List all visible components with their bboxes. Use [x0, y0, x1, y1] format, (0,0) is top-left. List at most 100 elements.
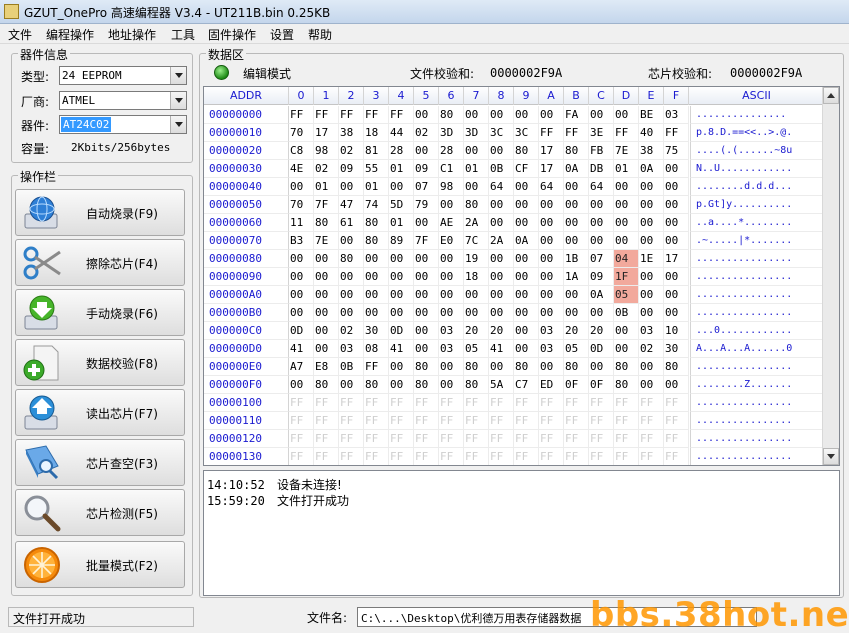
byte-cell[interactable]: 20 — [589, 322, 614, 340]
byte-cell[interactable]: 00 — [489, 142, 514, 160]
byte-cell[interactable]: FF — [389, 394, 414, 412]
byte-cell[interactable]: 03 — [539, 322, 564, 340]
byte-cell[interactable]: 00 — [639, 196, 664, 214]
byte-cell[interactable]: 7E — [314, 232, 339, 250]
byte-cell[interactable]: 03 — [639, 322, 664, 340]
manual-burn-button[interactable]: 手动烧录(F6) — [15, 289, 185, 336]
byte-cell[interactable]: 00 — [664, 286, 689, 304]
byte-cell[interactable]: 3C — [489, 124, 514, 142]
byte-cell[interactable]: 10 — [664, 322, 689, 340]
byte-cell[interactable]: 80 — [464, 376, 489, 394]
byte-cell[interactable]: FF — [314, 448, 339, 465]
byte-cell[interactable]: 41 — [389, 340, 414, 358]
byte-cell[interactable]: 07 — [589, 250, 614, 268]
byte-cell[interactable]: 75 — [664, 142, 689, 160]
byte-cell[interactable]: 05 — [614, 286, 639, 304]
byte-cell[interactable]: 02 — [314, 160, 339, 178]
byte-cell[interactable]: 00 — [664, 304, 689, 322]
byte-cell[interactable]: 02 — [414, 124, 439, 142]
byte-cell[interactable]: 03 — [664, 106, 689, 124]
byte-cell[interactable]: FF — [539, 124, 564, 142]
byte-cell[interactable]: 00 — [514, 322, 539, 340]
byte-cell[interactable]: C1 — [439, 160, 464, 178]
byte-cell[interactable]: 64 — [489, 178, 514, 196]
byte-cell[interactable]: 0A — [589, 286, 614, 304]
byte-cell[interactable]: 89 — [389, 232, 414, 250]
byte-cell[interactable]: 00 — [314, 250, 339, 268]
byte-cell[interactable]: 00 — [539, 106, 564, 124]
byte-cell[interactable]: FF — [339, 394, 364, 412]
byte-cell[interactable]: FF — [514, 430, 539, 448]
byte-cell[interactable]: 1B — [564, 250, 589, 268]
byte-cell[interactable]: FF — [289, 448, 314, 465]
log-panel[interactable]: 14:10:52 设备未连接! 15:59:20 文件打开成功 — [203, 470, 840, 596]
byte-cell[interactable]: 00 — [639, 178, 664, 196]
byte-cell[interactable]: FF — [389, 412, 414, 430]
byte-cell[interactable]: 00 — [564, 178, 589, 196]
byte-cell[interactable]: FF — [564, 412, 589, 430]
byte-cell[interactable]: 00 — [664, 376, 689, 394]
byte-cell[interactable]: ED — [539, 376, 564, 394]
byte-cell[interactable]: 7F — [414, 232, 439, 250]
byte-cell[interactable]: 00 — [664, 160, 689, 178]
byte-cell[interactable]: C8 — [289, 142, 314, 160]
byte-cell[interactable]: 00 — [439, 286, 464, 304]
byte-cell[interactable]: FF — [514, 412, 539, 430]
byte-cell[interactable]: 64 — [589, 178, 614, 196]
chevron-down-icon[interactable] — [170, 116, 186, 133]
byte-cell[interactable]: 00 — [339, 232, 364, 250]
byte-cell[interactable]: 0D — [389, 322, 414, 340]
byte-cell[interactable]: 81 — [364, 142, 389, 160]
byte-cell[interactable]: 70 — [289, 124, 314, 142]
byte-cell[interactable]: 0F — [589, 376, 614, 394]
byte-cell[interactable]: FF — [539, 412, 564, 430]
menu-tools[interactable]: 工具 — [171, 26, 195, 43]
byte-cell[interactable]: 00 — [314, 322, 339, 340]
byte-cell[interactable]: FF — [289, 394, 314, 412]
byte-cell[interactable]: FF — [564, 394, 589, 412]
byte-cell[interactable]: E8 — [314, 358, 339, 376]
menu-program[interactable]: 编程操作 — [46, 26, 94, 43]
byte-cell[interactable]: FF — [614, 448, 639, 465]
byte-cell[interactable]: FF — [614, 394, 639, 412]
byte-cell[interactable]: 80 — [414, 376, 439, 394]
byte-cell[interactable]: 1F — [614, 268, 639, 286]
byte-cell[interactable]: 03 — [439, 322, 464, 340]
byte-cell[interactable]: 00 — [639, 376, 664, 394]
batch-mode-button[interactable]: 批量模式(F2) — [15, 541, 185, 588]
byte-cell[interactable]: FF — [589, 412, 614, 430]
byte-cell[interactable]: FF — [564, 448, 589, 465]
byte-cell[interactable]: FF — [364, 106, 389, 124]
byte-cell[interactable]: 80 — [364, 232, 389, 250]
blank-check-button[interactable]: 芯片查空(F3) — [15, 439, 185, 486]
byte-cell[interactable]: C7 — [514, 376, 539, 394]
byte-cell[interactable]: 01 — [364, 178, 389, 196]
byte-cell[interactable]: 00 — [589, 106, 614, 124]
byte-cell[interactable]: 00 — [364, 250, 389, 268]
byte-cell[interactable]: 05 — [564, 340, 589, 358]
byte-cell[interactable]: 41 — [289, 340, 314, 358]
byte-cell[interactable]: 7C — [464, 232, 489, 250]
byte-cell[interactable]: 18 — [364, 124, 389, 142]
byte-cell[interactable]: FF — [489, 412, 514, 430]
byte-cell[interactable]: FF — [464, 448, 489, 465]
byte-cell[interactable]: FF — [514, 394, 539, 412]
byte-cell[interactable]: 08 — [364, 340, 389, 358]
byte-cell[interactable]: 00 — [514, 250, 539, 268]
byte-cell[interactable]: 00 — [489, 304, 514, 322]
byte-cell[interactable]: FF — [364, 358, 389, 376]
byte-cell[interactable]: 00 — [314, 304, 339, 322]
byte-cell[interactable]: 00 — [464, 178, 489, 196]
byte-cell[interactable]: 00 — [514, 304, 539, 322]
byte-cell[interactable]: FF — [389, 430, 414, 448]
byte-cell[interactable]: 0A — [639, 160, 664, 178]
byte-cell[interactable]: BE — [639, 106, 664, 124]
byte-cell[interactable]: 3D — [464, 124, 489, 142]
menu-settings[interactable]: 设置 — [270, 26, 294, 43]
byte-cell[interactable]: 18 — [464, 268, 489, 286]
byte-cell[interactable]: 0A — [564, 160, 589, 178]
byte-cell[interactable]: 17 — [314, 124, 339, 142]
byte-cell[interactable]: 00 — [489, 250, 514, 268]
byte-cell[interactable]: FF — [639, 412, 664, 430]
byte-cell[interactable]: FF — [614, 124, 639, 142]
